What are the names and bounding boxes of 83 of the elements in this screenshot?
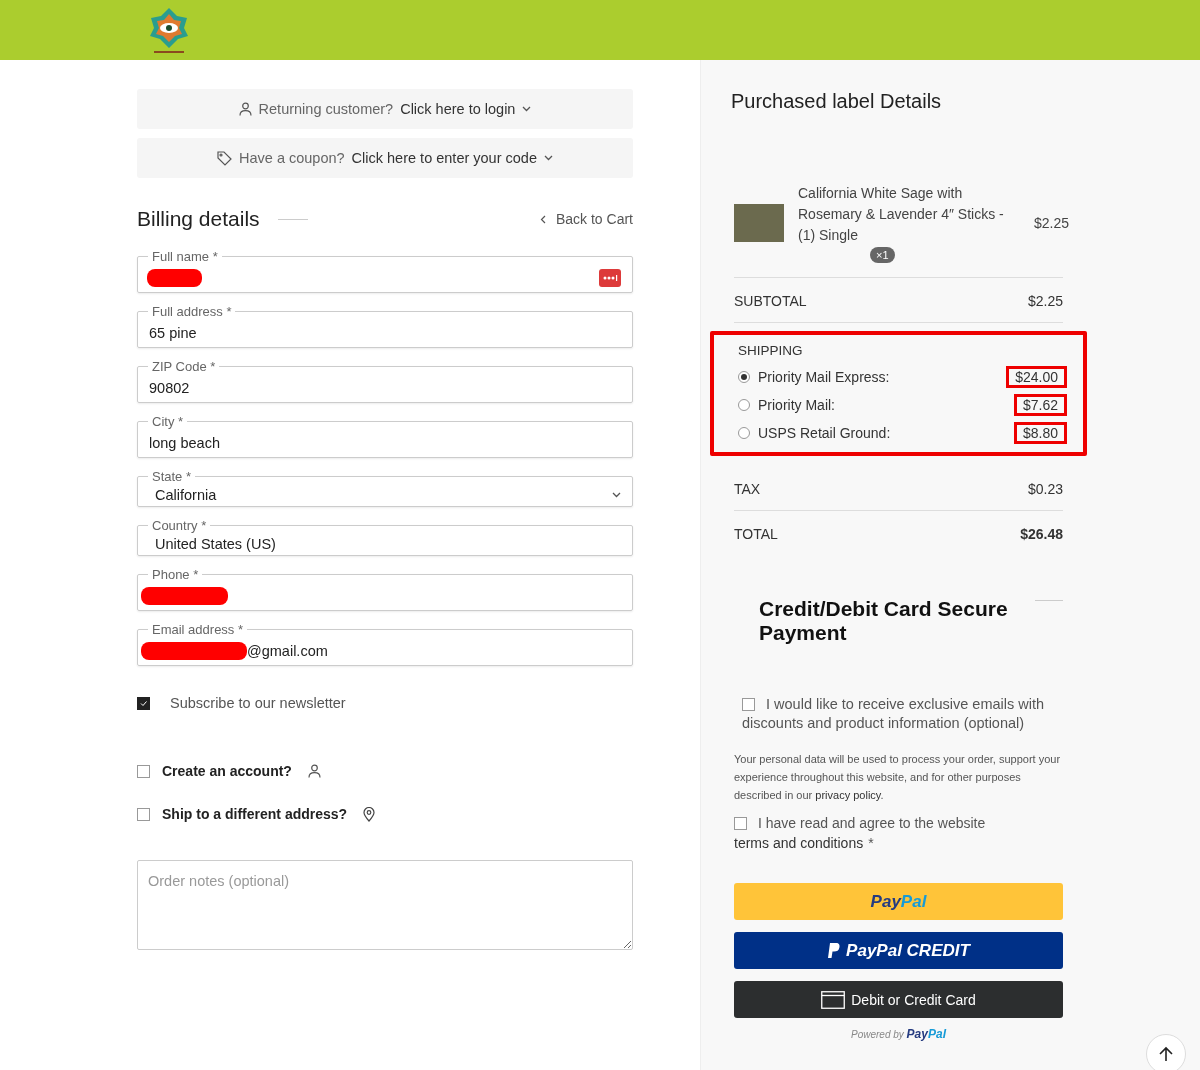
tag-icon <box>217 150 232 166</box>
notice-link[interactable]: Click here to enter your code <box>351 150 537 166</box>
card-button[interactable]: Debit or Credit Card <box>734 981 1063 1018</box>
eye-logo-icon[interactable] <box>148 6 190 56</box>
shipping-option[interactable]: Priority Mail: <box>758 396 835 413</box>
field-value: California <box>154 487 217 503</box>
field-value: @gmail.com <box>247 643 328 659</box>
person-icon <box>238 102 252 116</box>
product-name: California White Sage with Rosemary & Lavender 4″ Sticks - (1) Single <box>798 184 1005 245</box>
chevron-down-icon <box>612 492 621 498</box>
radio-button[interactable] <box>738 370 750 383</box>
field-label: City * <box>151 414 185 429</box>
input-field[interactable]: Country * United States (US) <box>137 518 633 556</box>
checkbox[interactable] <box>137 764 150 778</box>
terms-link[interactable]: terms and conditions <box>734 833 864 853</box>
field-value: long beach <box>149 435 220 451</box>
required-mark: * <box>868 834 874 853</box>
checkbox-label[interactable]: Subscribe to our newsletter <box>170 695 346 711</box>
shipping-option[interactable]: Priority Mail Express: <box>758 368 890 385</box>
checkbox[interactable] <box>137 807 150 821</box>
field-label: Phone * <box>151 567 200 582</box>
quantity-badge: ×1 <box>870 247 895 263</box>
input-field[interactable]: City * long beach <box>137 414 633 458</box>
back-link[interactable]: Back to Cart <box>539 211 633 227</box>
field-label: State * <box>151 469 193 484</box>
field-label: Country * <box>151 518 208 533</box>
payment-title: Credit/Debit Card Secure Payment <box>759 597 1009 645</box>
checkbox[interactable] <box>734 816 747 830</box>
location-pin-icon <box>363 806 376 822</box>
shipping-price: $24.00 <box>1006 365 1067 388</box>
chevron-left-icon <box>539 214 546 224</box>
section-title: Billing details <box>137 207 260 231</box>
field-label: Full name * <box>151 249 219 264</box>
field-label: Full address * <box>151 304 233 319</box>
summary-label: SUBTOTAL <box>734 293 807 309</box>
paypal-button[interactable]: PayPal <box>734 883 1063 920</box>
summary-value: $2.25 <box>1027 293 1063 309</box>
shipping-price: $7.62 <box>1013 393 1067 416</box>
checkbox-label[interactable]: I would like to receive exclusive emails with discounts and product information (optional) <box>742 695 1063 733</box>
field-value: 90802 <box>149 380 190 396</box>
paypal-credit-button[interactable]: PayPal CREDIT <box>734 932 1063 969</box>
chevron-down-icon <box>544 155 553 161</box>
checkbox[interactable] <box>742 698 755 711</box>
input-field[interactable]: Email address * @gmail.com <box>137 622 633 666</box>
field-label: Email address * <box>151 622 245 637</box>
notice-text: Returning customer? <box>258 101 394 117</box>
checkbox-label[interactable]: Create an account? <box>162 763 292 779</box>
shipping-price: $8.80 <box>1013 421 1067 444</box>
notice-text: Have a coupon? <box>239 150 345 166</box>
input-field[interactable]: Phone * <box>137 567 633 611</box>
terms-text: I have read and agree to the website <box>758 814 986 833</box>
paypal-p-icon <box>827 942 841 959</box>
field-value: 65 pine <box>149 325 197 341</box>
person-icon <box>307 764 321 778</box>
input-field[interactable]: Full address * 65 pine <box>137 304 633 348</box>
state-select[interactable]: State * California <box>137 469 633 507</box>
powered-by-text: Powered by PayPal <box>851 1029 946 1040</box>
scroll-top-button[interactable] <box>1146 1034 1186 1070</box>
notice-link[interactable]: Click here to login <box>400 101 516 117</box>
radio-button[interactable] <box>738 426 750 439</box>
checkbox[interactable] <box>137 696 150 710</box>
input-field[interactable]: Full name * <box>137 249 633 293</box>
credit-card-icon <box>821 990 846 1009</box>
radio-button[interactable] <box>738 398 750 411</box>
autofill-icon[interactable] <box>599 269 621 287</box>
checkbox-label[interactable]: Ship to a different address? <box>162 806 348 822</box>
input-field[interactable]: ZIP Code * 90802 <box>137 359 633 403</box>
arrow-up-icon <box>1159 1046 1173 1062</box>
field-value: United States (US) <box>154 536 276 552</box>
field-label: ZIP Code * <box>151 359 217 374</box>
shipping-label: SHIPPING <box>738 343 804 358</box>
summary-value: $26.48 <box>1020 526 1063 542</box>
photo-placeholder <box>734 204 784 242</box>
summary-label: TOTAL <box>734 526 778 542</box>
summary-value: $0.23 <box>1027 481 1063 497</box>
summary-label: TAX <box>734 481 761 497</box>
summary-title: Purchased label Details <box>731 90 943 113</box>
order-notes-field[interactable]: Order notes (optional) <box>137 860 633 950</box>
chevron-down-icon <box>522 106 532 112</box>
privacy-link[interactable]: privacy policy <box>815 789 881 801</box>
privacy-notice: Your personal data will be used to process your order, support your experience throughout this website, and for other purposes described in our privacy policy. <box>734 752 1062 803</box>
product-price: $2.25 <box>1034 213 1070 233</box>
shipping-option[interactable]: USPS Retail Ground: <box>758 424 891 441</box>
